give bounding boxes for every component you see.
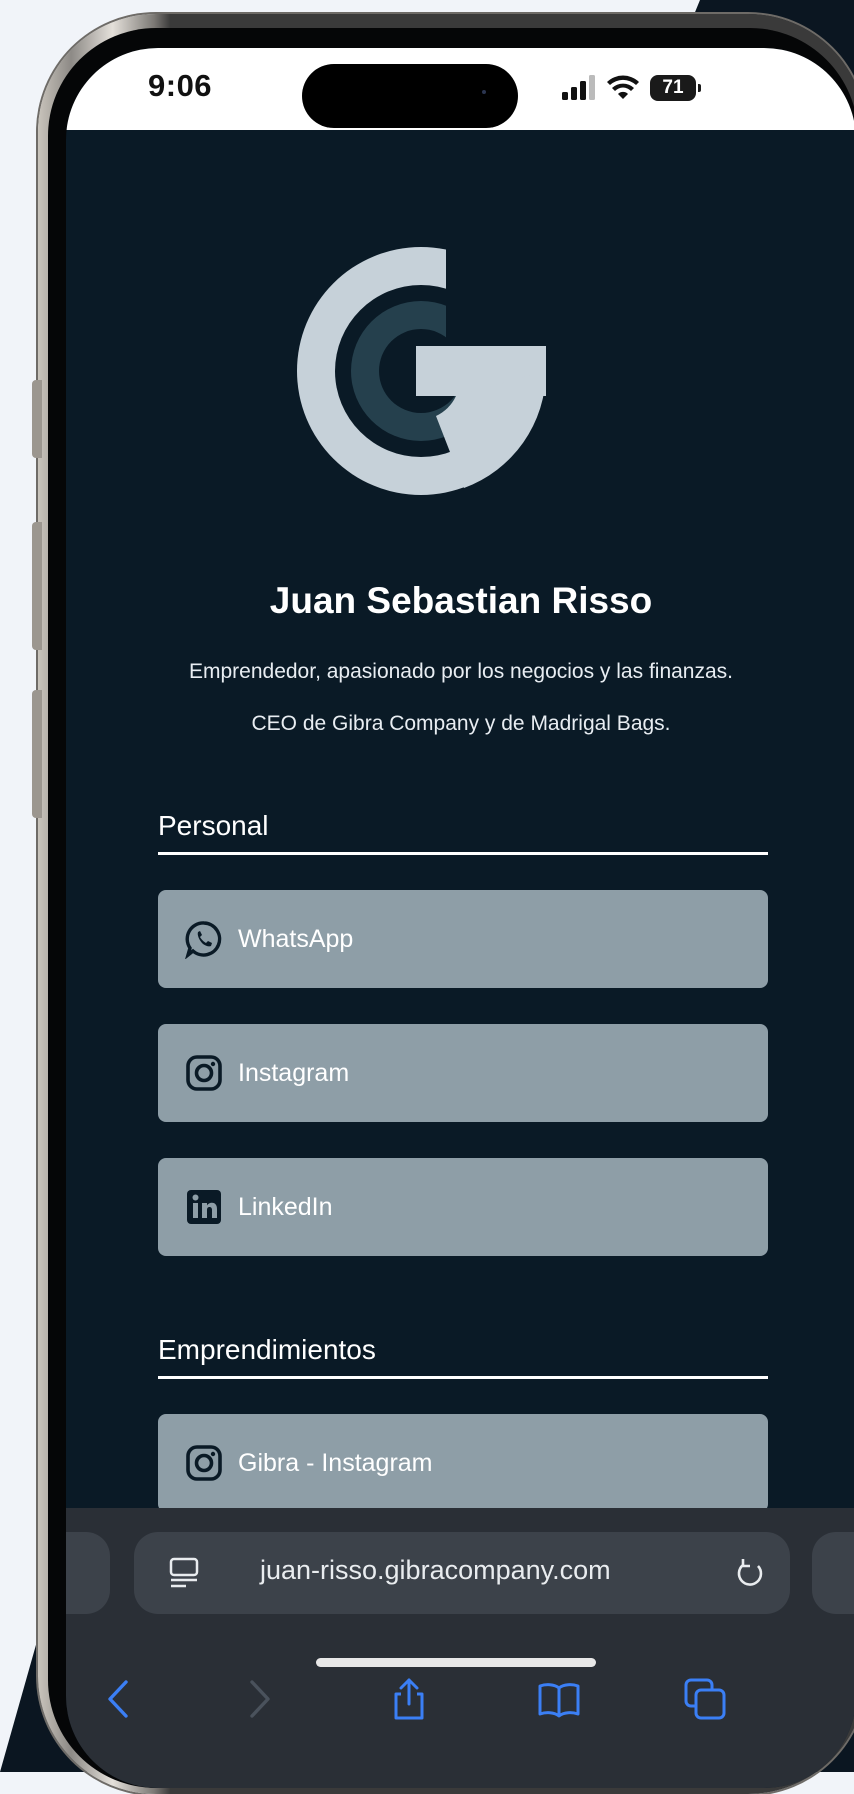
signal-icon [562,75,595,100]
section-title-personal: Personal [158,810,269,841]
gibra-instagram-label: Gibra - Instagram [238,1448,433,1477]
linkedin-icon [184,1187,224,1227]
instagram-icon [184,1443,224,1483]
wifi-icon [607,75,639,99]
address-url: juan-risso.gibracompany.com [260,1555,611,1585]
section-divider [158,1376,768,1379]
profile-name: Juan Sebastian Risso [269,580,653,621]
forward-icon[interactable] [236,1676,282,1722]
profile-role: CEO de Gibra Company y de Madrigal Bags. [251,712,671,735]
linkedin-link-button[interactable]: LinkedIn [158,1158,768,1256]
next-tab-preview[interactable] [812,1532,854,1614]
instagram-label: Instagram [238,1058,350,1087]
whatsapp-label: WhatsApp [238,924,354,953]
address-bar[interactable]: juan-risso.gibracompany.com [134,1532,790,1614]
phone-volume-up-button [32,522,42,650]
whatsapp-link-button[interactable]: WhatsApp [158,890,768,988]
instagram-link-button[interactable]: Instagram [158,1024,768,1122]
browser-bottom-bar: juan-risso.gibracompany.com [66,1508,854,1788]
reload-icon[interactable] [734,1556,766,1590]
gibra-logo-icon [297,246,546,495]
whatsapp-icon [184,919,224,959]
phone-volume-down-button [32,690,42,818]
status-icons: 71 [562,70,701,106]
back-icon[interactable] [96,1676,142,1722]
page-menu-icon[interactable] [168,1556,200,1590]
bookmarks-icon[interactable] [536,1676,582,1722]
dynamic-island [302,64,518,128]
tabs-icon[interactable] [682,1676,728,1722]
phone-action-button [32,380,42,458]
gibra-instagram-link-button[interactable]: Gibra - Instagram [158,1414,768,1512]
camera-dot [482,90,486,94]
instagram-icon [184,1053,224,1093]
section-title-ventures: Emprendimientos [158,1334,376,1365]
status-bar: 9:06 71 [66,48,854,130]
section-divider [158,852,768,855]
share-icon[interactable] [386,1676,432,1722]
status-time: 9:06 [148,68,213,103]
linkedin-label: LinkedIn [238,1192,333,1221]
previous-tab-preview[interactable] [66,1532,110,1614]
home-indicator[interactable] [316,1658,596,1667]
profile-description: Emprendedor, apasionado por los negocios… [188,660,733,683]
phone-screen: 9:06 71 Juan Sebastian Risso Emprendedor… [66,48,854,1788]
battery-icon: 71 [650,75,701,101]
